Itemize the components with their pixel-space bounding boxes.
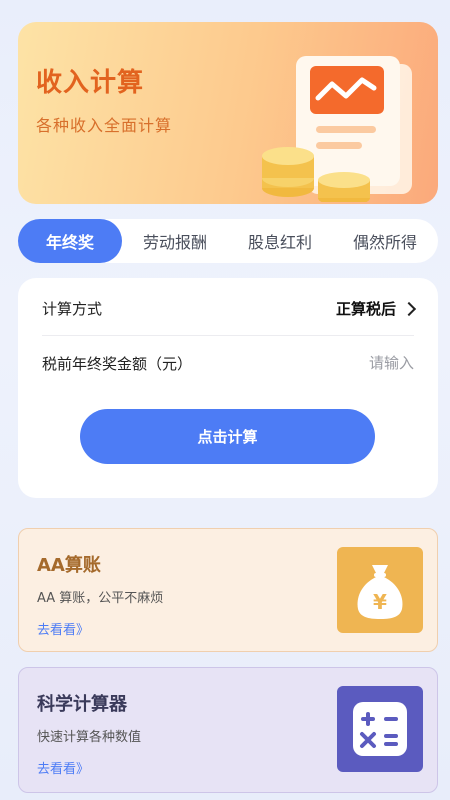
- method-label: 计算方式: [42, 300, 103, 318]
- money-bag-icon: ¥: [337, 547, 423, 633]
- banner: 收入计算 各种收入全面计算: [18, 22, 438, 204]
- svg-text:¥: ¥: [373, 590, 387, 614]
- banner-title: 收入计算: [36, 68, 145, 98]
- calculate-button[interactable]: 点击计算: [80, 409, 375, 464]
- amount-row: 税前年终奖金额（元）: [42, 336, 414, 390]
- method-selector[interactable]: 正算税后: [335, 298, 417, 319]
- method-value: 正算税后: [335, 300, 396, 318]
- tab-labor-remuneration[interactable]: 劳动报酬: [122, 219, 228, 263]
- science-card-title: 科学计算器: [37, 694, 127, 715]
- banner-subtitle: 各种收入全面计算: [36, 116, 173, 135]
- income-type-tabs: 年终奖 劳动报酬 股息红利 偶然所得: [18, 219, 438, 263]
- aa-split-card[interactable]: AA算账 AA 算账，公平不麻烦 去看看》 ¥: [18, 528, 438, 652]
- calculation-form: 计算方式 正算税后 税前年终奖金额（元） 点击计算: [18, 278, 438, 498]
- calculator-icon: [337, 686, 423, 772]
- aa-card-link[interactable]: 去看看》: [37, 619, 89, 638]
- science-card-link[interactable]: 去看看》: [37, 758, 89, 777]
- method-row[interactable]: 计算方式 正算税后: [42, 282, 417, 336]
- chevron-right-icon: [401, 301, 417, 316]
- amount-label: 税前年终奖金额（元）: [42, 354, 193, 373]
- tab-incidental-income[interactable]: 偶然所得: [332, 219, 438, 263]
- income-document-illustration: [262, 56, 412, 202]
- amount-input[interactable]: [294, 354, 414, 372]
- aa-card-desc: AA 算账，公平不麻烦: [37, 591, 164, 606]
- aa-card-title: AA算账: [37, 555, 101, 576]
- scientific-calculator-card[interactable]: 科学计算器 快速计算各种数值 去看看》: [18, 667, 438, 793]
- tab-dividends[interactable]: 股息红利: [228, 219, 332, 263]
- science-card-desc: 快速计算各种数值: [37, 730, 142, 745]
- tab-year-end-bonus[interactable]: 年终奖: [18, 219, 122, 263]
